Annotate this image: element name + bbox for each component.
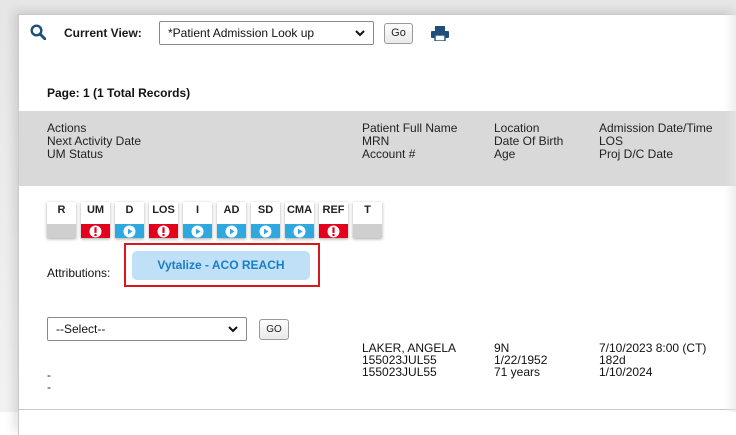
action-tile-d[interactable]: D [115, 202, 144, 238]
action-tile-label: SD [257, 204, 274, 216]
column-header-location: Location Date Of Birth Age [494, 122, 563, 161]
action-tile-label: REF [322, 204, 345, 216]
column-header-actions: Actions Next Activity Date UM Status [47, 122, 141, 161]
search-icon[interactable] [30, 24, 46, 40]
window-edge-shadow [724, 0, 736, 412]
action-tile-label: UM [86, 204, 105, 216]
admission-cell: 7/10/2023 8:00 (CT) 182d 1/10/2024 [599, 342, 706, 378]
action-tile-status-bar [81, 224, 110, 238]
header-line: Account # [362, 147, 416, 161]
page-info: Page: 1 (1 Total Records) [47, 86, 191, 100]
action-tile-ad[interactable]: AD [217, 202, 246, 238]
column-header-patient: Patient Full Name MRN Account # [362, 122, 457, 161]
action-tile-label: CMA [286, 204, 313, 216]
current-view-value: *Patient Admission Look up [168, 26, 315, 40]
attribution-badge[interactable]: Vytalize - ACO REACH [132, 251, 310, 280]
patient-account: 155023JUL55 [362, 365, 437, 379]
header-line: Age [494, 147, 516, 161]
current-view-label: Current View: [64, 26, 142, 40]
action-tile-cma[interactable]: CMA [285, 202, 314, 238]
action-tile-r[interactable]: R [47, 202, 76, 238]
um-status: - [47, 380, 51, 394]
patient-lookup-panel: Current View: *Patient Admission Look up… [18, 14, 736, 435]
action-tile-status-bar [285, 224, 314, 238]
row-go-button[interactable]: GO [259, 319, 289, 340]
print-icon[interactable] [431, 26, 449, 41]
table-header: Actions Next Activity Date UM Status Pat… [19, 111, 736, 186]
row-action-select[interactable]: --Select-- [47, 317, 247, 341]
projected-discharge-date: 1/10/2024 [599, 365, 653, 379]
attributions-label: Attributions: [47, 266, 111, 280]
go-button[interactable]: Go [384, 23, 413, 44]
action-tile-status-bar [251, 224, 280, 238]
chevron-down-icon [355, 30, 365, 37]
action-tile-t[interactable]: T [353, 202, 382, 238]
play-icon [225, 225, 238, 238]
play-icon [191, 225, 204, 238]
chevron-down-icon [228, 326, 238, 333]
action-tile-status-bar [319, 224, 348, 238]
action-tile-sd[interactable]: SD [251, 202, 280, 238]
action-tile-status-bar [47, 224, 76, 238]
row-action-value: --Select-- [56, 322, 106, 336]
location-cell: 9N 1/22/1952 71 years [494, 342, 547, 378]
row-divider [19, 409, 736, 410]
header-line: UM Status [47, 147, 104, 161]
action-tile-label: AD [223, 204, 240, 216]
action-tile-ref[interactable]: REF [319, 202, 348, 238]
action-tile-los[interactable]: LOS [149, 202, 178, 238]
alert-icon [327, 225, 340, 238]
action-tile-status-bar [183, 224, 212, 238]
action-tile-label: R [57, 204, 66, 216]
action-tile-status-bar [217, 224, 246, 238]
action-tile-i[interactable]: I [183, 202, 212, 238]
play-icon [259, 225, 272, 238]
current-view-select[interactable]: *Patient Admission Look up [159, 21, 374, 45]
action-tile-status-bar [115, 224, 144, 238]
action-tile-label: T [364, 204, 371, 216]
action-tile-label: LOS [152, 204, 175, 216]
play-icon [123, 225, 136, 238]
action-tile-status-bar [353, 224, 382, 238]
patient-age: 71 years [494, 365, 541, 379]
header-line: Proj D/C Date [599, 147, 674, 161]
column-header-admission: Admission Date/Time LOS Proj D/C Date [599, 122, 713, 161]
alert-icon [89, 225, 102, 238]
patient-cell: LAKER, ANGELA 155023JUL55 155023JUL55 [362, 342, 456, 378]
alert-icon [157, 225, 170, 238]
action-tile-status-bar [149, 224, 178, 238]
play-icon [293, 225, 306, 238]
action-tile-label: D [125, 204, 134, 216]
action-tile-um[interactable]: UM [81, 202, 110, 238]
action-tile-label: I [195, 204, 200, 216]
